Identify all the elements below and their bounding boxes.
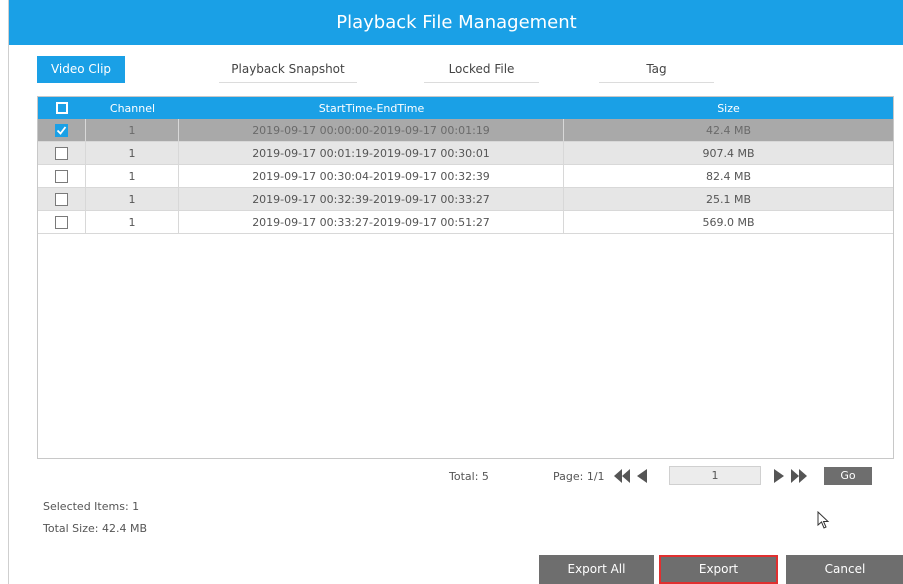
header-channel: Channel bbox=[109, 101, 156, 115]
cancel-button[interactable]: Cancel bbox=[786, 555, 903, 584]
cell-time: 2019-09-17 00:30:04-2019-09-17 00:32:39 bbox=[179, 165, 564, 187]
row-checkbox[interactable] bbox=[55, 215, 68, 229]
header-time: StartTime-EndTime bbox=[318, 101, 425, 115]
cell-time: 2019-09-17 00:32:39-2019-09-17 00:33:27 bbox=[179, 188, 564, 210]
cell-time: 2019-09-17 00:01:19-2019-09-17 00:30:01 bbox=[179, 142, 564, 164]
header-size: Size bbox=[717, 101, 740, 115]
row-checkbox[interactable] bbox=[55, 146, 68, 160]
checkmark-icon bbox=[56, 125, 67, 135]
cell-time: 2019-09-17 00:00:00-2019-09-17 00:01:19 bbox=[179, 119, 564, 141]
cell-size: 25.1 MB bbox=[705, 192, 752, 206]
cell-size: 42.4 MB bbox=[705, 123, 752, 137]
table-row[interactable]: 1 2019-09-17 00:32:39-2019-09-17 00:33:27… bbox=[38, 188, 893, 211]
cell-size: 569.0 MB bbox=[702, 215, 755, 229]
last-page-icon[interactable] bbox=[790, 468, 808, 484]
page-indicator: Page: 1/1 bbox=[553, 470, 605, 483]
row-select-cell bbox=[38, 188, 86, 210]
cell-time: 2019-09-17 00:33:27-2019-09-17 00:51:27 bbox=[179, 211, 564, 233]
tab-video-clip[interactable]: Video Clip bbox=[37, 56, 125, 83]
playback-file-management-dialog: Playback File Management Video Clip Play… bbox=[8, 0, 903, 584]
cell-size: 907.4 MB bbox=[702, 146, 755, 160]
row-checkbox[interactable] bbox=[55, 169, 68, 183]
go-button[interactable]: Go bbox=[824, 467, 872, 485]
page-input[interactable]: 1 bbox=[669, 466, 761, 485]
tab-playback-snapshot[interactable]: Playback Snapshot bbox=[219, 56, 357, 83]
select-all-checkbox[interactable] bbox=[56, 102, 68, 114]
row-checkbox[interactable] bbox=[55, 192, 68, 206]
mouse-cursor-icon bbox=[817, 511, 830, 529]
select-all-cell bbox=[38, 97, 86, 119]
prev-page-icon[interactable] bbox=[636, 468, 648, 484]
next-page-icon[interactable] bbox=[773, 468, 785, 484]
cell-channel: 1 bbox=[86, 142, 179, 164]
selected-items: Selected Items: 1 bbox=[43, 500, 140, 513]
total-size: Total Size: 42.4 MB bbox=[43, 522, 147, 535]
cell-channel: 1 bbox=[86, 211, 179, 233]
table-row[interactable]: 1 2019-09-17 00:01:19-2019-09-17 00:30:01… bbox=[38, 142, 893, 165]
row-select-cell bbox=[38, 119, 86, 141]
tab-tag[interactable]: Tag bbox=[599, 56, 714, 83]
file-table: Channel StartTime-EndTime Size 1 2019-09-… bbox=[37, 96, 894, 529]
cell-channel: 1 bbox=[86, 188, 179, 210]
cell-size: 82.4 MB bbox=[705, 169, 752, 183]
table-row[interactable]: 1 2019-09-17 00:30:04-2019-09-17 00:32:39… bbox=[38, 165, 893, 188]
cell-channel: 1 bbox=[86, 165, 179, 187]
table-row[interactable]: 1 2019-09-17 00:33:27-2019-09-17 00:51:27… bbox=[38, 211, 893, 234]
export-all-button[interactable]: Export All bbox=[539, 555, 654, 584]
first-page-icon[interactable] bbox=[613, 468, 631, 484]
table-row[interactable]: 1 2019-09-17 00:00:00-2019-09-17 00:01:19… bbox=[38, 119, 893, 142]
row-checkbox[interactable] bbox=[55, 123, 68, 137]
export-button[interactable]: Export bbox=[659, 555, 778, 584]
tab-locked-file[interactable]: Locked File bbox=[424, 56, 539, 83]
row-select-cell bbox=[38, 211, 86, 233]
dialog-title: Playback File Management bbox=[9, 0, 903, 45]
cell-channel: 1 bbox=[86, 119, 179, 141]
row-select-cell bbox=[38, 142, 86, 164]
total-count: Total: 5 bbox=[449, 470, 489, 483]
table-header: Channel StartTime-EndTime Size bbox=[38, 97, 893, 119]
row-select-cell bbox=[38, 165, 86, 187]
